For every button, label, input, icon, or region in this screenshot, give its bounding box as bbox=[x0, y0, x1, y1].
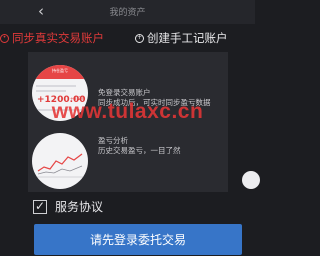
feature-title: 盈亏分析 bbox=[98, 136, 128, 145]
page-title: 我的资产 bbox=[109, 8, 146, 18]
tab-create-manual-account[interactable]: + 创建手工记账户 bbox=[135, 30, 228, 46]
chart-thumbnail bbox=[32, 133, 88, 189]
account-type-tabs: • 同步真实交易账户 + 创建手工记账户 bbox=[0, 24, 255, 52]
agreement-checkbox[interactable]: ✓ bbox=[33, 198, 47, 214]
login-trade-button[interactable]: 请先登录委托交易 bbox=[34, 224, 242, 255]
thumbnail-header-label: 持仓盈亏 bbox=[52, 68, 68, 73]
feature-pnl-analysis: 盈亏分析 历史交易盈亏，一目了然 bbox=[28, 130, 228, 192]
thumbnail-line bbox=[36, 90, 66, 92]
tab-manual-label: 创建手工记账户 bbox=[147, 31, 228, 45]
tab-sync-real-account[interactable]: • 同步真实交易账户 bbox=[0, 30, 104, 46]
circled-plus-icon: + bbox=[135, 33, 144, 43]
mini-line-chart-icon bbox=[36, 153, 84, 178]
floating-scroll-handle[interactable] bbox=[242, 171, 260, 189]
thumbnail-header: 持仓盈亏 bbox=[32, 65, 88, 79]
feature-description: 盈亏分析 历史交易盈亏，一目了然 bbox=[98, 136, 181, 156]
checkmark-icon: ✓ bbox=[35, 198, 46, 213]
circled-dot-icon: • bbox=[0, 33, 9, 43]
watermark-text: www.tulaxc.cn bbox=[51, 100, 204, 123]
thumbnail-line bbox=[36, 85, 76, 87]
tab-sync-label: 同步真实交易账户 bbox=[12, 31, 104, 45]
service-agreement[interactable]: ✓ 服务协议 bbox=[33, 198, 103, 215]
top-bar: ‹ 我的资产 bbox=[0, 0, 255, 24]
agreement-label[interactable]: 服务协议 bbox=[55, 198, 103, 215]
feature-title: 免登录交易账户 bbox=[98, 88, 151, 97]
feature-subtitle: 历史交易盈亏，一目了然 bbox=[98, 146, 181, 155]
